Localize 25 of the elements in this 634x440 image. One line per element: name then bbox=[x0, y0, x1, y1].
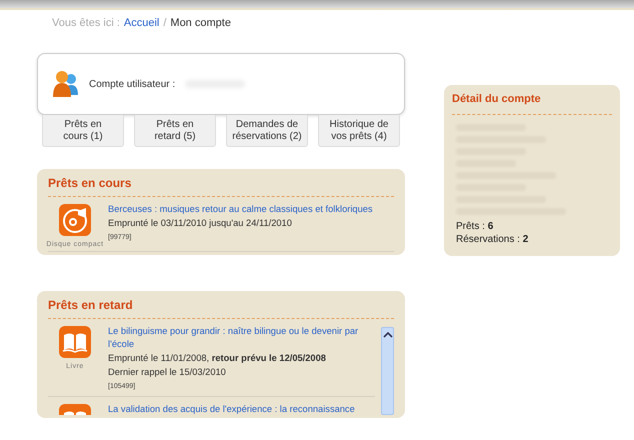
title-link[interactable]: La validation des acquis de l'expérience : la reconnaissance bbox=[108, 403, 375, 415]
title-link[interactable]: Le bilinguisme pour grandir : naître bilingue ou le devenir par l'école bbox=[108, 325, 375, 351]
account-stat: Réservations : 2 bbox=[455, 233, 530, 246]
breadcrumb-current: Mon compte bbox=[170, 17, 231, 31]
account-label: Compte utilisateur : bbox=[89, 78, 176, 90]
cd-icon bbox=[58, 203, 92, 237]
breadcrumb-link[interactable]: Accueil bbox=[124, 17, 160, 43]
scroll-up-icon bbox=[382, 331, 392, 339]
section-title: Prêts en retard bbox=[48, 298, 394, 319]
users-icon bbox=[51, 69, 79, 99]
account-stat: Prêts : 6 bbox=[455, 220, 494, 233]
panel-title: Détail du compte bbox=[452, 93, 612, 115]
section-title: Prêts en cours bbox=[48, 176, 394, 197]
tab[interactable]: Demandes de réservations (2) bbox=[226, 115, 308, 147]
book-icon bbox=[58, 325, 92, 359]
loan-info: Dernier rappel le 15/03/2010 bbox=[108, 366, 227, 379]
title-link[interactable]: Berceuses : musiques retour au calme classiques et folkloriques bbox=[108, 203, 394, 216]
tab[interactable]: Historique de vos prêts (4) bbox=[318, 115, 400, 147]
breadcrumb-separator: / bbox=[163, 17, 166, 31]
tab[interactable]: Prêts en cours (1) bbox=[42, 115, 124, 147]
loan-info: Emprunté le 11/01/2008, retour prévu le 12/05/2008 bbox=[108, 352, 327, 365]
tab[interactable]: Prêts en retard (5) bbox=[134, 115, 216, 147]
breadcrumb-label: Vous êtes ici : bbox=[52, 17, 120, 31]
loan-info: Emprunté le 03/11/2010 jusqu'au 24/11/2010 bbox=[108, 217, 293, 230]
scrollbar[interactable] bbox=[381, 327, 394, 415]
